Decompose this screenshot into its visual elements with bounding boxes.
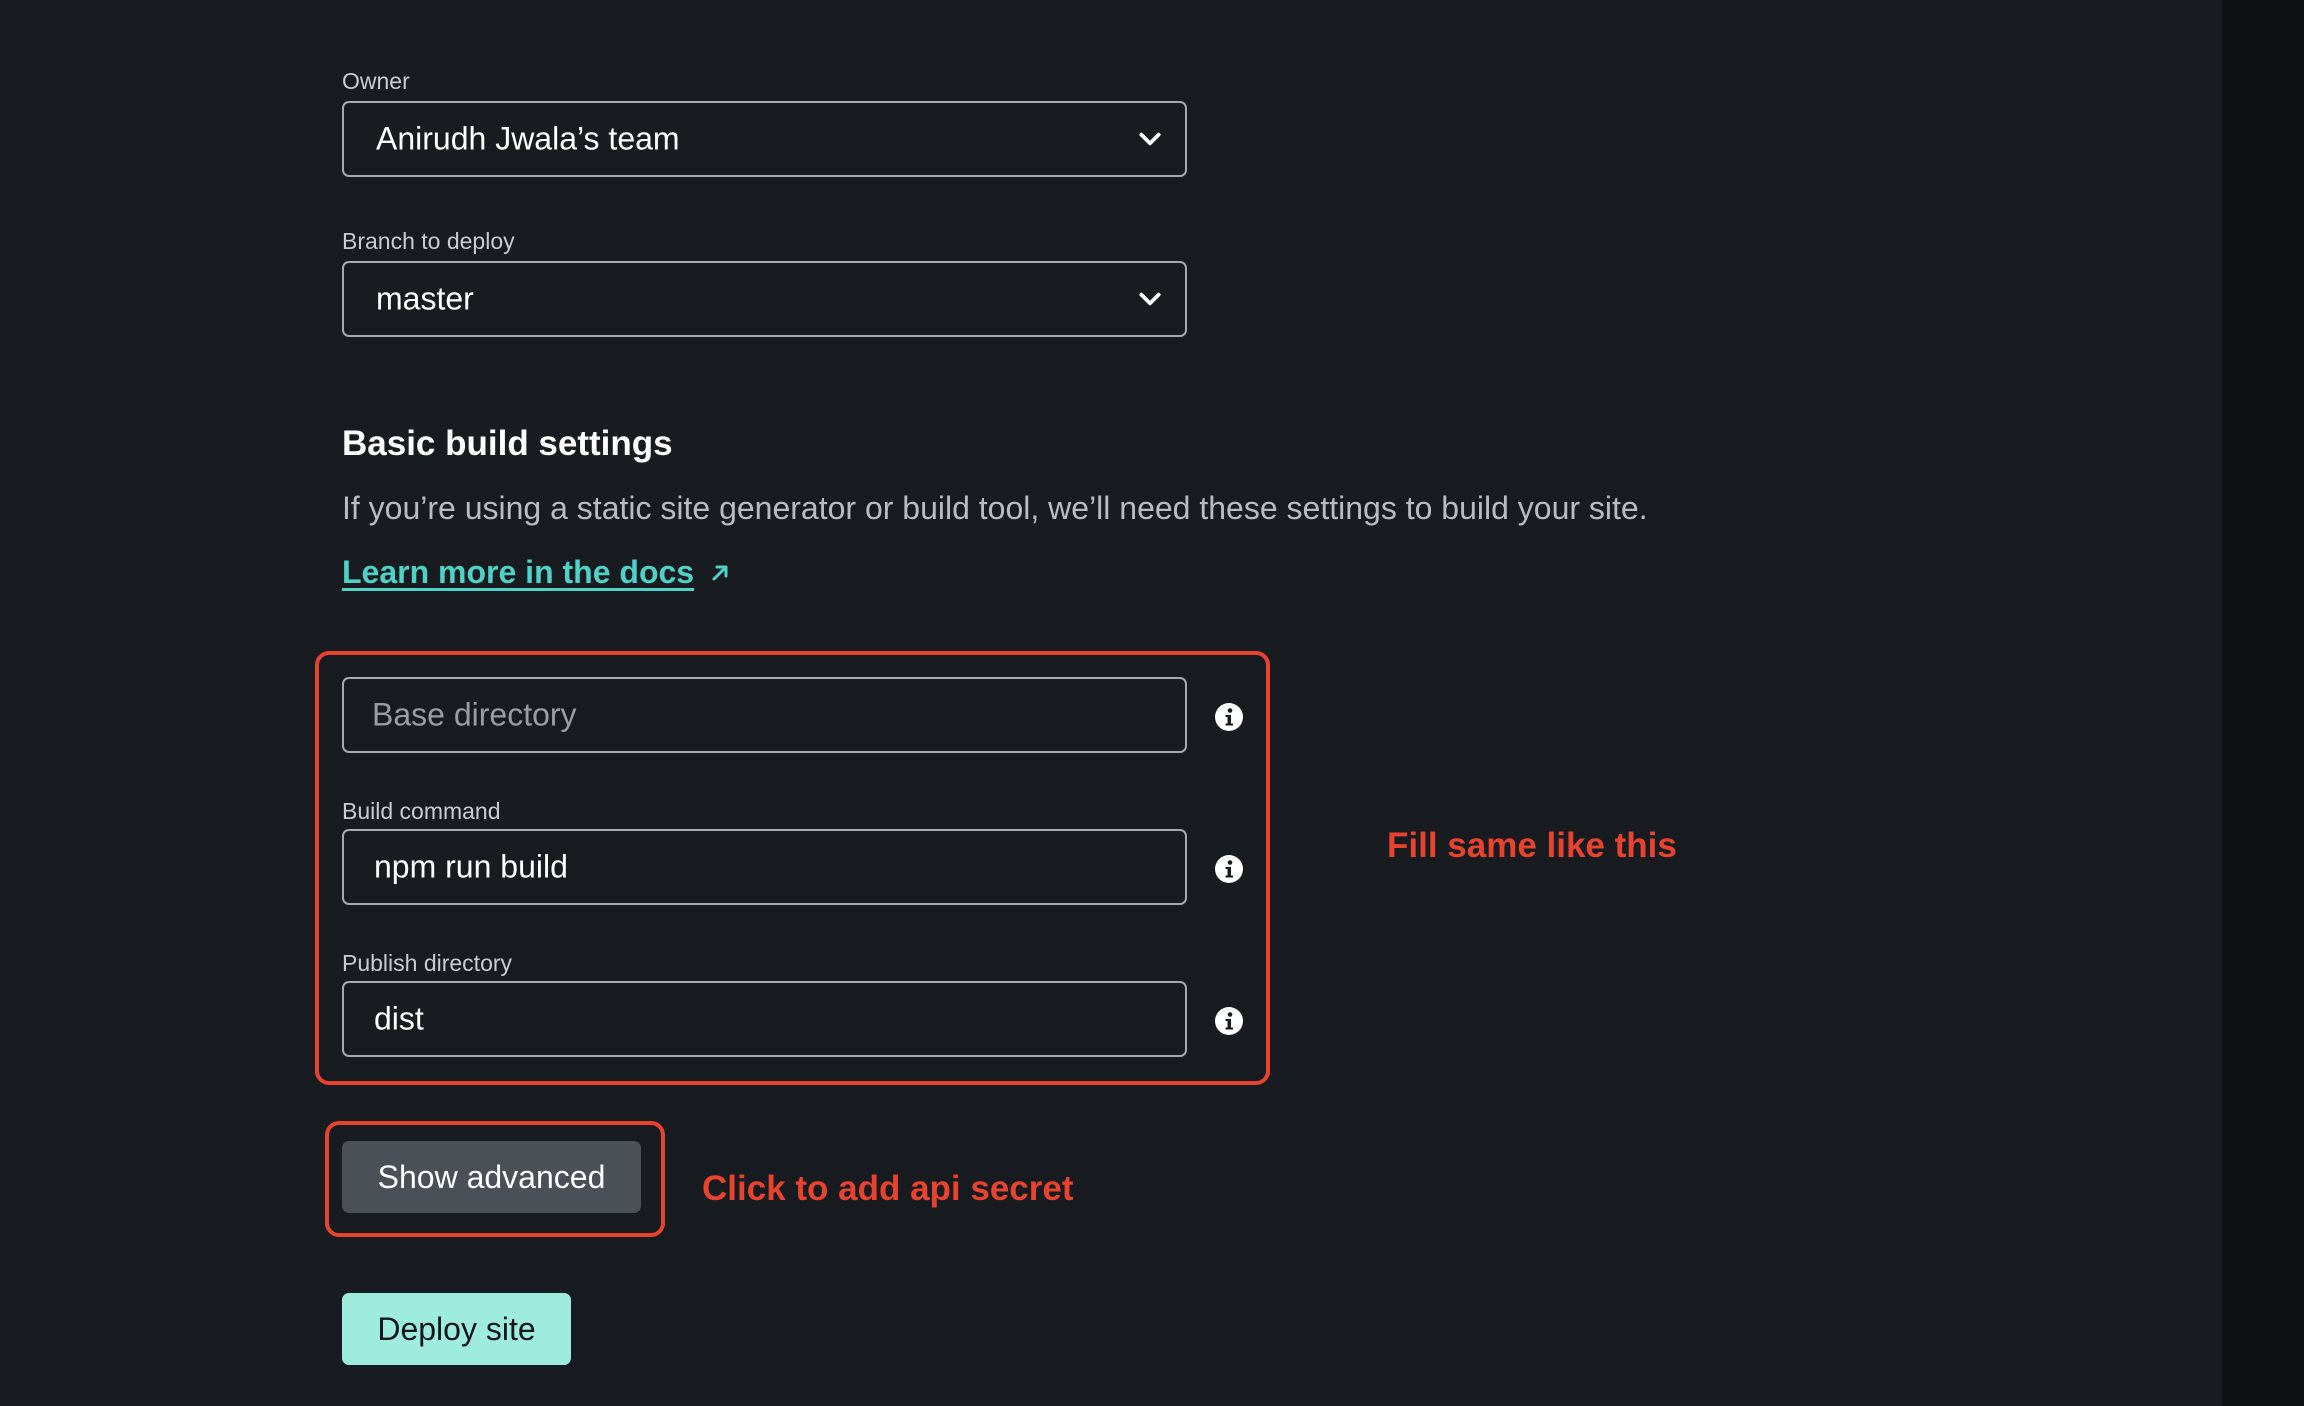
- info-icon[interactable]: [1214, 854, 1244, 884]
- owner-select[interactable]: Anirudh Jwala’s team: [342, 101, 1187, 177]
- branch-select-value: master: [376, 280, 474, 317]
- owner-select-value: Anirudh Jwala’s team: [376, 120, 680, 157]
- external-link-arrow-icon: [712, 565, 728, 580]
- base-directory-placeholder: Base directory: [372, 696, 577, 733]
- build-command-label: Build command: [342, 798, 501, 824]
- section-title: Basic build settings: [342, 424, 673, 463]
- docs-link[interactable]: Learn more in the docs: [342, 554, 732, 591]
- click-annotation: Click to add api secret: [702, 1169, 1074, 1208]
- publish-directory-value: dist: [374, 1000, 424, 1037]
- branch-label: Branch to deploy: [342, 228, 515, 254]
- docs-link-label: Learn more in the docs: [342, 554, 695, 590]
- chevron-down-icon: [1139, 132, 1161, 146]
- branch-select[interactable]: master: [342, 261, 1187, 337]
- page: Owner Anirudh Jwala’s team Branch to dep…: [0, 0, 2304, 1406]
- publish-directory-input[interactable]: dist: [342, 981, 1187, 1057]
- chevron-down-icon: [1139, 292, 1161, 306]
- build-command-input[interactable]: npm run build: [342, 829, 1187, 905]
- info-icon[interactable]: [1214, 702, 1244, 732]
- build-command-value: npm run build: [374, 848, 568, 885]
- deploy-site-button[interactable]: Deploy site: [342, 1293, 571, 1365]
- base-directory-input[interactable]: Base directory: [342, 677, 1187, 753]
- show-advanced-button[interactable]: Show advanced: [342, 1141, 641, 1213]
- section-description: If you’re using a static site generator …: [342, 490, 1648, 526]
- fill-annotation: Fill same like this: [1387, 826, 1677, 865]
- publish-directory-label: Publish directory: [342, 950, 513, 976]
- info-icon[interactable]: [1214, 1006, 1244, 1036]
- right-edge-panel: [2222, 0, 2304, 1406]
- owner-label: Owner: [342, 68, 410, 94]
